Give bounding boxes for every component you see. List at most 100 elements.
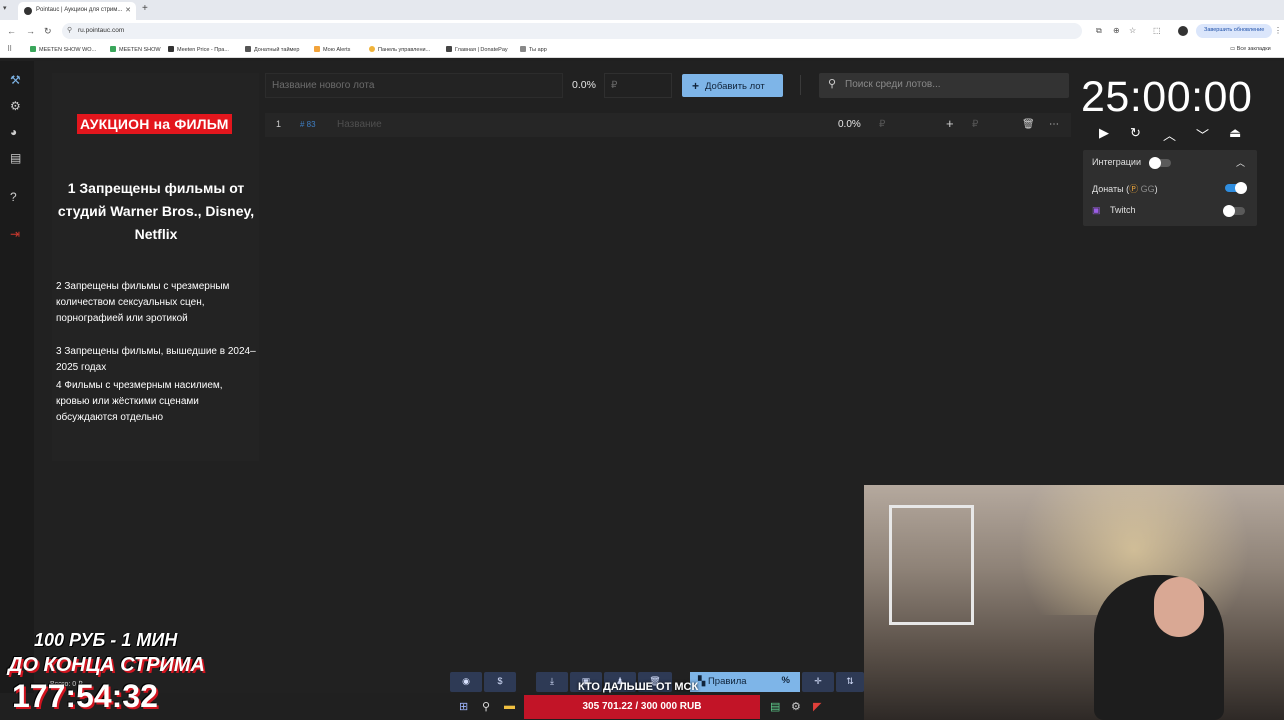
help-icon[interactable]: ?	[10, 190, 17, 204]
stream-subtitle: КТО ДАЛЬШЕ ОТ МСК	[578, 681, 699, 693]
tab-list-icon[interactable]: ▾	[3, 4, 7, 12]
bookmark-item[interactable]: Панель управлени...	[369, 46, 430, 53]
webcam-feed	[864, 485, 1284, 720]
wheel-icon[interactable]: ◕	[10, 125, 17, 139]
apps-grid-icon[interactable]: ⠿	[7, 45, 12, 53]
sort-button[interactable]: ⇅	[836, 672, 864, 692]
rules-panel: АУКЦИОН на ФИЛЬМ 1 Запрещены фильмы от с…	[52, 73, 259, 461]
twitch-label: Twitch	[1110, 205, 1136, 215]
profile-avatar[interactable]	[1178, 26, 1188, 36]
lot-row: 1 # 83 Название 0.0% ₽ + ₽ 🗑 ⋯	[265, 113, 1071, 137]
all-bookmarks-button[interactable]: ▭ Все закладки	[1230, 46, 1271, 52]
toggle-knob	[1235, 182, 1247, 194]
lot-name-input[interactable]: Название	[337, 119, 382, 130]
integrations-toggle[interactable]	[1149, 157, 1171, 169]
notes-app-icon[interactable]: ▤	[770, 700, 780, 713]
new-lot-amount-input[interactable]: ₽	[604, 73, 672, 98]
bookmark-favicon-icon	[446, 46, 452, 52]
auction-icon[interactable]: ⚒	[10, 73, 21, 87]
download-icon: ⤓	[550, 676, 554, 686]
translate-icon[interactable]: ⧉	[1096, 26, 1102, 36]
bookmark-favicon-icon	[314, 46, 320, 52]
play-icon[interactable]: ▶	[1099, 125, 1109, 141]
bookmark-favicon-icon	[110, 46, 116, 52]
rule-4: 4 Фильмы с чрезмерным насилием, кровью и…	[56, 380, 223, 423]
add-amount-icon[interactable]: +	[946, 116, 954, 131]
integrations-panel: Интеграции ︿ Донаты (Ⓟ GG) ▣ Twitch	[1083, 150, 1257, 226]
chevron-up-icon[interactable]: ︿	[1163, 125, 1176, 144]
file-explorer-icon[interactable]: ▬	[504, 700, 515, 712]
side-navigation: ⚒ ⚙ ◕ ▤ ? ⇥	[0, 61, 34, 720]
github-button[interactable]: ◉	[450, 672, 482, 692]
lot-id: # 83	[300, 120, 316, 129]
new-lot-name-input[interactable]: Название нового лота	[265, 73, 563, 98]
lot-amount: ₽	[879, 119, 886, 130]
menu-icon[interactable]: ⋮	[1274, 26, 1282, 35]
pointauc-favicon-icon	[24, 7, 32, 15]
lot-search-input[interactable]: ⚲ Поиск среди лотов...	[819, 73, 1069, 98]
tab-title: Pointauc | Аукцион для стрим...	[36, 7, 123, 13]
donations-toggle[interactable]	[1225, 182, 1247, 194]
eject-icon[interactable]: ⏏	[1229, 125, 1241, 141]
bookmark-item[interactable]: Мою Alerts	[314, 46, 350, 53]
lot-index: 1	[276, 119, 282, 129]
twitch-icon: ▣	[1092, 205, 1101, 215]
settings-app-icon[interactable]: ⚙	[791, 700, 801, 713]
tab-close-icon[interactable]: ✕	[125, 6, 131, 14]
overlay-subtitle: ДО КОНЦА СТРИМА	[8, 654, 205, 676]
taskbar-search-icon[interactable]: ⚲	[482, 700, 490, 713]
percent-toggle[interactable]: %	[782, 675, 790, 686]
reset-icon[interactable]: ↻	[1130, 125, 1141, 141]
plus-icon: +	[692, 79, 700, 93]
chevron-down-icon[interactable]: ﹀	[1196, 125, 1209, 144]
settings-icon[interactable]: ⚙	[10, 99, 21, 113]
screen: ▾ Pointauc | Аукцион для стрим... ✕ + ← …	[0, 0, 1284, 720]
logout-icon[interactable]: ⇥	[10, 227, 20, 241]
browser-tab-pointauc[interactable]: Pointauc | Аукцион для стрим... ✕	[18, 2, 136, 20]
bookmark-item[interactable]: Главная | DonatePay	[446, 46, 508, 53]
delete-lot-icon[interactable]: 🗑	[1022, 119, 1035, 130]
reload-icon[interactable]: ↻	[44, 26, 52, 37]
extensions-icon[interactable]: ⬚	[1153, 26, 1161, 35]
site-info-icon[interactable]: ⚲	[67, 26, 72, 34]
download-button[interactable]: ⤓	[536, 672, 568, 692]
folder-icon: ▭	[1230, 46, 1237, 52]
zoom-icon[interactable]: ⊕	[1113, 26, 1120, 35]
bookmark-item[interactable]: Ты app	[520, 46, 547, 53]
streamer-face	[1154, 577, 1204, 637]
app-taskbar-icon[interactable]: ◤	[813, 700, 821, 713]
new-lot-percent: 0.0%	[572, 79, 596, 91]
move-icon: ✛	[814, 676, 822, 686]
windows-start-icon[interactable]: ⊞	[459, 700, 468, 713]
overlay-rate: 100 РУБ - 1 МИН	[34, 630, 178, 650]
donation-goal-bar: 305 701.22 / 300 000 RUB	[524, 695, 760, 719]
auction-timer: 25:00:00	[1081, 73, 1253, 121]
bookmark-favicon-icon	[245, 46, 251, 52]
lot-add-amount-field[interactable]: ₽	[972, 119, 978, 130]
bookmark-item[interactable]: MEETEN SHOW WO...	[30, 46, 96, 53]
bookmark-item[interactable]: Донатный таймер	[245, 46, 299, 53]
donate-button[interactable]: $	[484, 672, 516, 692]
forward-icon[interactable]: →	[26, 26, 35, 36]
lot-percent: 0.0%	[838, 119, 861, 130]
twitch-toggle[interactable]	[1223, 205, 1245, 217]
bookmark-star-icon[interactable]: ☆	[1129, 26, 1136, 35]
bookmark-item[interactable]: MEETEN SHOW	[110, 46, 161, 53]
new-tab-icon[interactable]: +	[142, 3, 148, 14]
drag-button[interactable]: ✛	[802, 672, 834, 692]
url-field[interactable]: ⚲ ru.pointauc.com	[62, 23, 1082, 39]
bookmark-item[interactable]: Meeten Price - Пра...	[168, 46, 229, 53]
more-options-icon[interactable]: ⋯	[1049, 119, 1059, 130]
bookmark-favicon-icon	[520, 46, 526, 52]
shelf	[889, 505, 974, 625]
github-icon: ◉	[462, 676, 470, 686]
back-icon[interactable]: ←	[7, 26, 16, 36]
history-icon[interactable]: ▤	[10, 151, 21, 165]
donations-label: Донаты (Ⓟ GG)	[1092, 184, 1158, 194]
update-button[interactable]: Завершить обновление	[1196, 24, 1273, 38]
rule-1: 1 Запрещены фильмы от студий Warner Bros…	[57, 180, 255, 242]
add-lot-button[interactable]: + Добавить лот	[682, 74, 783, 97]
rules-button[interactable]: ▚ Правила %	[690, 672, 800, 692]
collapse-chevron-icon[interactable]: ︿	[1236, 156, 1245, 169]
dollar-icon: $	[497, 676, 503, 686]
